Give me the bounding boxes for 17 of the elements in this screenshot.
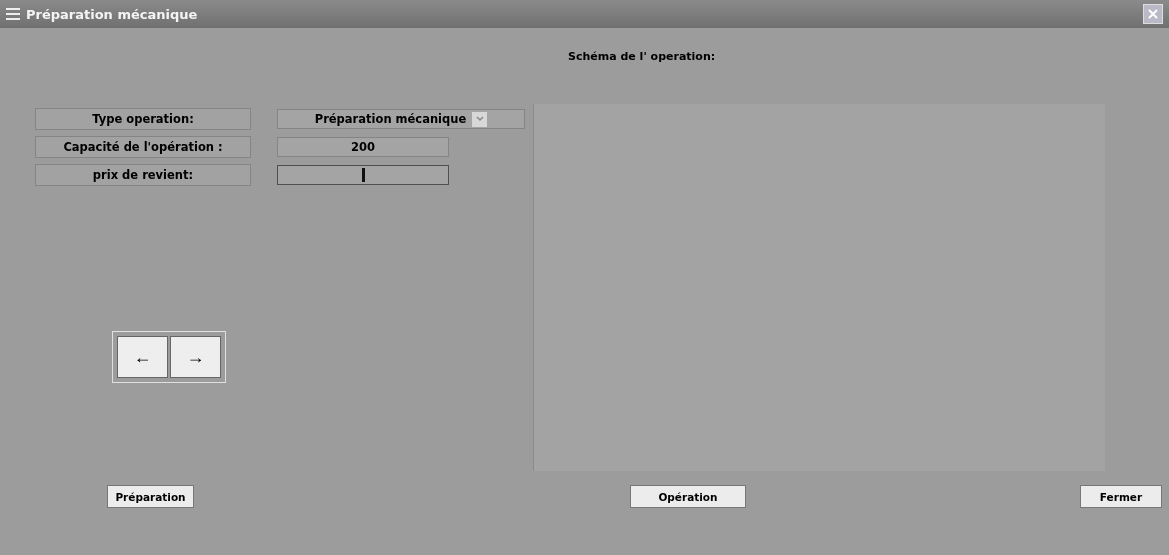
form-icon <box>6 8 20 20</box>
close-icon <box>1148 9 1158 19</box>
chevron-down-icon <box>475 116 484 122</box>
action-button[interactable]: Fermer <box>1080 485 1162 508</box>
field-label: Capacité de l'opération : <box>35 136 251 158</box>
action-button[interactable]: Opération <box>630 485 746 508</box>
field-label: prix de revient: <box>35 164 251 186</box>
window-title: Préparation mécanique <box>26 6 199 22</box>
schema-heading: Schéma de l' operation: <box>567 49 717 65</box>
field-label: Type operation: <box>35 108 251 130</box>
action-button[interactable]: Préparation <box>107 485 194 508</box>
close-button[interactable] <box>1143 4 1163 24</box>
input-field[interactable] <box>277 165 449 185</box>
type-dropdown[interactable]: Préparation mécanique <box>277 109 525 129</box>
input-field[interactable]: 200 <box>277 137 449 157</box>
nav-button[interactable]: → <box>170 336 221 378</box>
nav-button[interactable]: ← <box>117 336 168 378</box>
